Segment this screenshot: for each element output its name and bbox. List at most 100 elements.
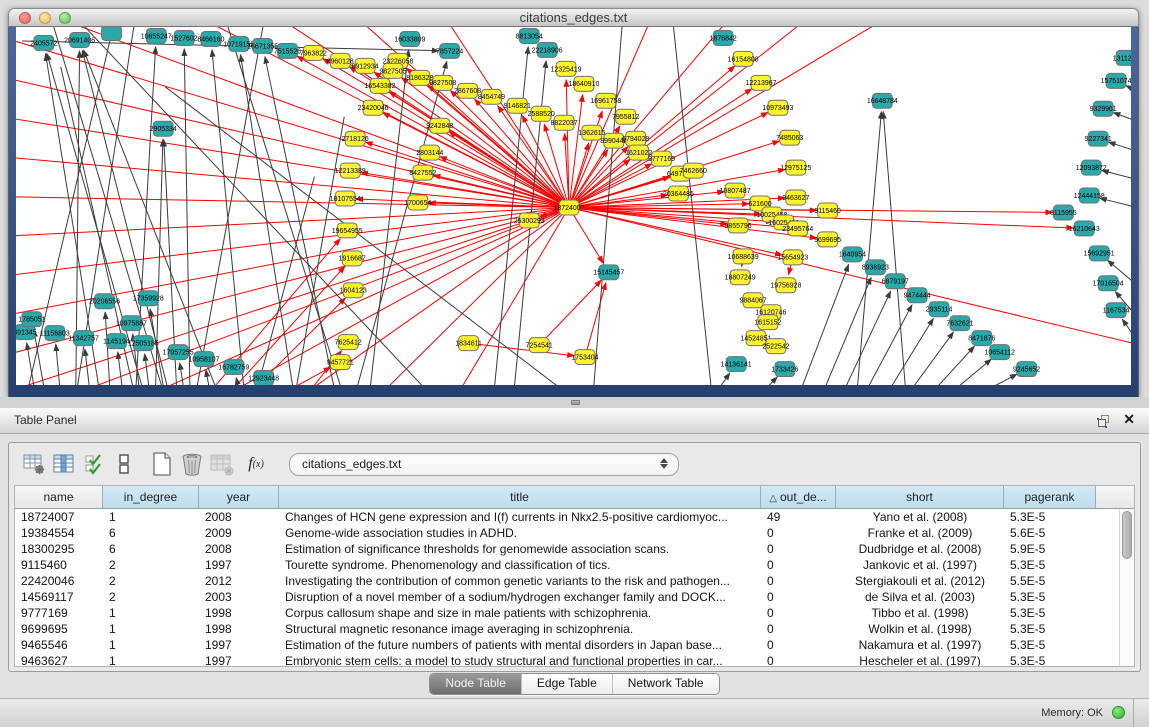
cell-name[interactable]: 9777169 (15, 605, 103, 621)
cell-year[interactable]: 1998 (199, 605, 279, 621)
cell-out_de[interactable]: 49 (761, 509, 836, 525)
citation-edge-black[interactable] (180, 363, 185, 385)
column-header-name[interactable]: name (15, 486, 103, 509)
citation-edge-black[interactable] (165, 87, 573, 385)
citation-edge-black[interactable] (821, 277, 871, 385)
citation-edge-red[interactable] (475, 99, 569, 207)
citation-edge-black[interactable] (972, 374, 1017, 385)
citation-edge-black[interactable] (712, 373, 730, 385)
table-selector-dropdown[interactable]: citations_edges.txt (289, 453, 679, 476)
new-table-icon[interactable] (147, 449, 177, 479)
cell-pagerank[interactable]: 5.9E-5 (1004, 541, 1096, 557)
cell-title[interactable]: Changes of HCN gene expression and I(f) … (279, 509, 761, 525)
cell-in_degree[interactable]: 6 (103, 541, 199, 557)
table-row[interactable]: 969969511998Structural magnetic resonanc… (15, 621, 1119, 637)
citation-edge-black[interactable] (1126, 86, 1131, 93)
cell-out_de[interactable]: 0 (761, 557, 836, 573)
cell-short[interactable]: Yano et al. (2008) (836, 509, 1004, 525)
cell-year[interactable]: 1998 (199, 621, 279, 637)
cell-short[interactable]: Hescheler et al. (1997) (836, 653, 1004, 667)
combo-stepper-icon[interactable] (660, 458, 668, 469)
citation-edge-black[interactable] (135, 47, 155, 385)
tab-node-table[interactable]: Node Table (430, 674, 521, 694)
cell-in_degree[interactable]: 1 (103, 637, 199, 653)
citation-edge-black[interactable] (841, 291, 891, 385)
cell-pagerank[interactable]: 5.3E-5 (1004, 605, 1096, 621)
citation-edge-black[interactable] (145, 354, 151, 385)
splitter-grip-icon[interactable] (571, 400, 580, 405)
cell-short[interactable]: Tibbo et al. (1998) (836, 605, 1004, 621)
cell-short[interactable]: Nakamura et al. (1997) (836, 637, 1004, 653)
cell-year[interactable]: 1997 (199, 653, 279, 667)
vertical-scrollbar[interactable] (1119, 509, 1134, 666)
column-header-year[interactable]: year (199, 486, 279, 509)
cell-pagerank[interactable]: 5.5E-5 (1004, 573, 1096, 589)
cell-in_degree[interactable]: 1 (103, 653, 199, 667)
float-window-icon[interactable] (1097, 414, 1111, 428)
zoom-window-button[interactable] (59, 12, 71, 24)
close-panel-icon[interactable]: ✕ (1123, 411, 1135, 428)
cell-pagerank[interactable]: 5.3E-5 (1004, 653, 1096, 667)
cell-year[interactable]: 1997 (199, 637, 279, 653)
cell-title[interactable]: Estimation of the future numbers of pati… (279, 637, 761, 653)
citation-edge-black[interactable] (757, 377, 777, 385)
cell-pagerank[interactable]: 5.3E-5 (1004, 589, 1096, 605)
citation-edge-black[interactable] (672, 27, 712, 385)
table-row[interactable]: 1872400712008Changes of HCN gene express… (15, 509, 1119, 525)
citation-edge-red[interactable] (275, 367, 331, 385)
cell-pagerank[interactable]: 5.6E-5 (1004, 525, 1096, 541)
cell-name[interactable]: 18724007 (15, 509, 103, 525)
cell-out_de[interactable]: 0 (761, 605, 836, 621)
table-row[interactable]: 1830029562008Estimation of significance … (15, 541, 1119, 557)
row-height-icon[interactable] (109, 449, 139, 479)
network-node[interactable] (102, 27, 122, 40)
cell-year[interactable]: 2008 (199, 541, 279, 557)
column-header-title[interactable]: title (279, 486, 761, 509)
cell-title[interactable]: Disruption of a novel member of a sodium… (279, 589, 761, 605)
cell-in_degree[interactable]: 2 (103, 573, 199, 589)
citation-edge-black[interactable] (118, 352, 124, 385)
table-row[interactable]: 1456911722003Disruption of a novel membe… (15, 589, 1119, 605)
table-row[interactable]: 946554611997Estimation of the future num… (15, 637, 1119, 653)
cell-in_degree[interactable]: 1 (103, 621, 199, 637)
cell-out_de[interactable]: 0 (761, 589, 836, 605)
cell-title[interactable]: Embryonic stem cells: a model to study s… (279, 653, 761, 667)
table-row[interactable]: 911546021997Tourette syndrome. Phenomeno… (15, 557, 1119, 573)
cell-out_de[interactable]: 0 (761, 637, 836, 653)
cell-year[interactable]: 2003 (199, 589, 279, 605)
cell-title[interactable]: Tourette syndrome. Phenomenology and cla… (279, 557, 761, 573)
cell-title[interactable]: Investigating the contribution of common… (279, 573, 761, 589)
column-header-short[interactable]: short (836, 486, 1004, 509)
cell-pagerank[interactable]: 5.3E-5 (1004, 637, 1096, 653)
tab-edge-table[interactable]: Edge Table (521, 674, 612, 694)
cell-out_de[interactable]: 0 (761, 525, 836, 541)
citation-edge-black[interactable] (1113, 113, 1131, 123)
cell-in_degree[interactable]: 2 (103, 589, 199, 605)
citation-edge-red[interactable] (569, 207, 1131, 346)
cell-title[interactable]: Structural magnetic resonance image aver… (279, 621, 761, 637)
cell-out_de[interactable]: 0 (761, 573, 836, 589)
tab-network-table[interactable]: Network Table (612, 674, 719, 694)
citation-edge-red[interactable] (195, 27, 569, 207)
cell-year[interactable]: 1997 (199, 557, 279, 573)
cell-title[interactable]: Corpus callosum shape and size in male p… (279, 605, 761, 621)
citation-edge-red[interactable] (374, 207, 569, 385)
citation-edge-black[interactable] (883, 112, 906, 385)
cell-out_de[interactable]: 0 (761, 653, 836, 667)
cell-short[interactable]: Wolkin et al. (1998) (836, 621, 1004, 637)
citation-edge-black[interactable] (56, 344, 61, 385)
cell-pagerank[interactable]: 5.3E-5 (1004, 509, 1096, 525)
citation-edge-red[interactable] (16, 37, 569, 208)
scrollbar-thumb[interactable] (1122, 511, 1132, 559)
network-canvas[interactable]: 2405572206914061065524715276028466160107… (16, 27, 1131, 385)
citation-edge-black[interactable] (1109, 142, 1131, 153)
cell-in_degree[interactable]: 6 (103, 525, 199, 541)
cell-year[interactable]: 2012 (199, 573, 279, 589)
cell-name[interactable]: 9465546 (15, 637, 103, 653)
cell-name[interactable]: 9699695 (15, 621, 103, 637)
citation-edge-black[interactable] (195, 27, 265, 385)
citation-edge-black[interactable] (884, 319, 933, 385)
citation-edge-black[interactable] (225, 27, 344, 385)
table-row[interactable]: 2242004622012Investigating the contribut… (15, 573, 1119, 589)
citation-edge-red[interactable] (16, 117, 569, 208)
